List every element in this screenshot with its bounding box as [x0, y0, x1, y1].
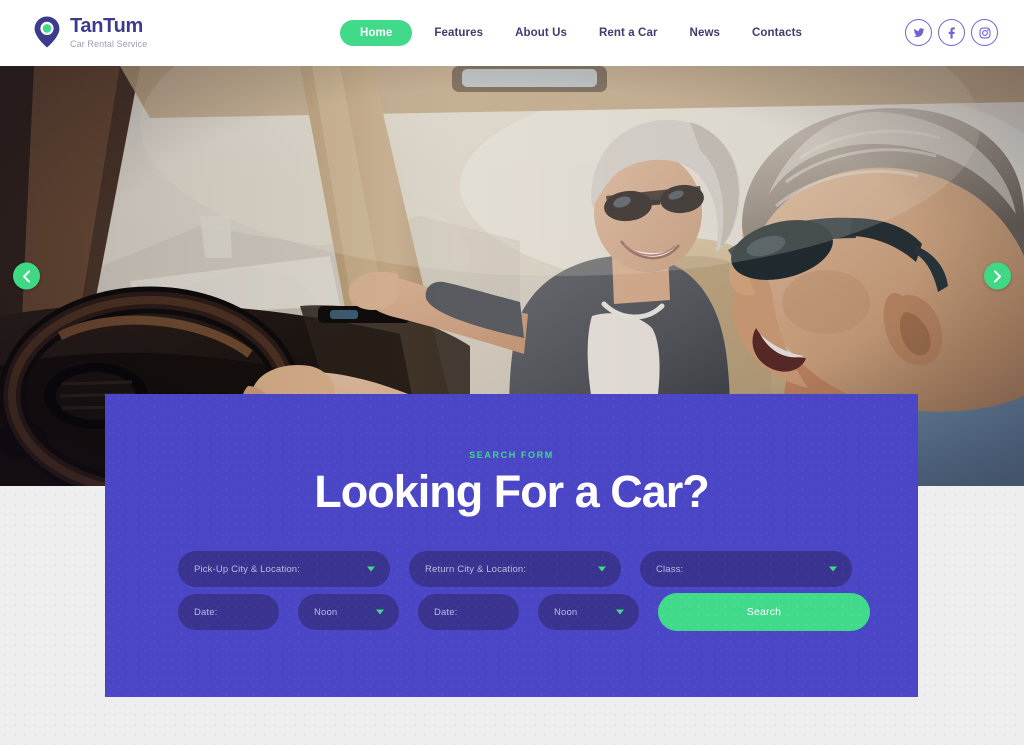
chevron-down-icon	[616, 609, 624, 615]
nav-item-rent-a-car[interactable]: Rent a Car	[583, 27, 674, 39]
chevron-right-icon	[994, 270, 1001, 282]
chevron-down-icon	[367, 566, 375, 572]
return-location-label: Return City & Location:	[425, 563, 527, 575]
chevron-down-icon	[376, 609, 384, 615]
social-link-instagram[interactable]	[971, 19, 998, 46]
search-form-eyebrow: SEARCH FORM	[469, 450, 554, 460]
brand-name: TanTum	[70, 15, 144, 37]
pickup-date-label: Date:	[194, 606, 218, 618]
pickup-location-select[interactable]: Pick-Up City & Location:	[178, 551, 390, 587]
return-time-label: Noon	[554, 606, 578, 618]
site-header: TanTum Car Rental Service Home Features …	[0, 0, 1024, 66]
page-root: TanTum Car Rental Service Home Features …	[0, 0, 1024, 745]
search-form-title: Looking For a Car?	[314, 466, 710, 517]
instagram-icon	[978, 26, 991, 39]
return-time-select[interactable]: Noon	[538, 594, 639, 630]
return-location-select[interactable]: Return City & Location:	[409, 551, 621, 587]
pickup-date-input[interactable]: Date:	[178, 594, 279, 630]
pickup-location-label: Pick-Up City & Location:	[194, 563, 301, 575]
brand-logo[interactable]: TanTum Car Rental Service	[32, 14, 147, 49]
nav-item-features[interactable]: Features	[418, 27, 499, 39]
facebook-icon	[948, 26, 955, 39]
class-select[interactable]: Class:	[640, 551, 852, 587]
search-field-row-1: Pick-Up City & Location: Return City & L…	[178, 551, 852, 587]
nav-item-about-us[interactable]: About Us	[499, 27, 583, 39]
pickup-time-label: Noon	[314, 606, 338, 618]
search-field-row-2: Date: Noon Date: Noon Search	[178, 593, 870, 631]
chevron-left-icon	[23, 270, 30, 282]
return-date-input[interactable]: Date:	[418, 594, 519, 630]
chevron-down-icon	[598, 566, 606, 572]
nav-item-contacts[interactable]: Contacts	[736, 27, 818, 39]
nav-item-news[interactable]: News	[674, 27, 736, 39]
brand-tagline: Car Rental Service	[70, 39, 148, 49]
pickup-time-select[interactable]: Noon	[298, 594, 399, 630]
return-date-label: Date:	[434, 606, 458, 618]
social-link-facebook[interactable]	[938, 19, 965, 46]
nav-item-home[interactable]: Home	[340, 20, 413, 46]
social-links	[905, 19, 998, 46]
social-link-twitter[interactable]	[905, 19, 932, 46]
carousel-prev-button[interactable]	[13, 262, 40, 290]
location-pin-icon	[34, 16, 60, 47]
class-label: Class:	[656, 563, 684, 575]
search-submit-button[interactable]: Search	[658, 593, 870, 631]
carousel-next-button[interactable]	[984, 262, 1011, 290]
search-form-panel: SEARCH FORM Looking For a Car? Pick-Up C…	[105, 394, 918, 697]
twitter-icon	[913, 27, 924, 37]
chevron-down-icon	[829, 566, 837, 572]
main-navigation: Home Features About Us Rent a Car News C…	[340, 0, 818, 66]
